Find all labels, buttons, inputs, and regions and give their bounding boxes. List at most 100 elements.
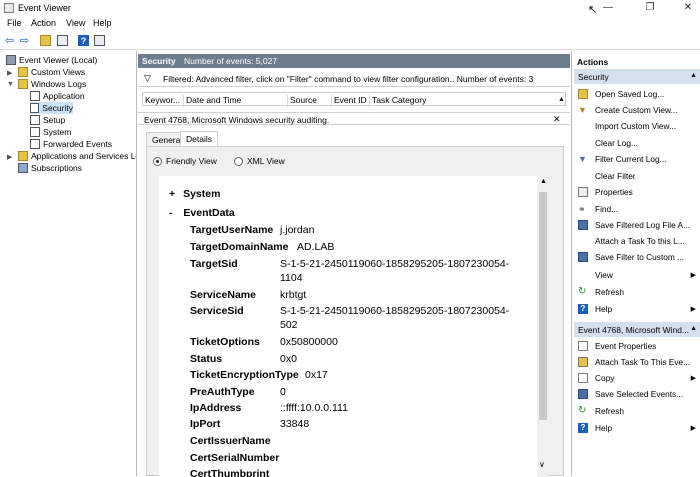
refresh-icon: ↻ [578,286,587,297]
tree-item-setup[interactable]: Setup [30,114,65,126]
action-help[interactable]: ? Help ▶ [578,302,700,316]
menu-action[interactable]: Action [31,18,56,28]
tree-item-system[interactable]: System [30,126,71,138]
tree-item-applications-and-services[interactable]: Applications and Services Lo [18,150,136,162]
action-save-filter-to-custom[interactable]: Save Filter to Custom ... [578,250,700,264]
tree-item-security[interactable]: Security [30,102,73,114]
action-label: Attach a Task To this L... [595,236,685,246]
action-clear-log[interactable]: Clear Log... [578,136,700,150]
log-header: Security Number of events: 5,027 [138,54,570,68]
action-filter-current-log[interactable]: ▼ Filter Current Log... [578,152,700,166]
filter-star-icon: ▼ [578,105,587,115]
action-label: Clear Log... [595,138,638,148]
tree-item-application[interactable]: Application [30,90,85,102]
xml-view-radio[interactable]: XML View [234,156,285,166]
show-hide-tree-icon[interactable] [57,35,68,46]
action-label: Import Custom View... [595,121,676,131]
scrollbar-thumb[interactable] [539,192,547,420]
event-detail-header: Event 4768, Microsoft Windows security a… [138,112,570,125]
tree-item-label: System [43,127,72,137]
copy-icon [578,373,588,383]
column-source[interactable]: Source [288,95,332,107]
actions-section-security[interactable]: Security ▲ [574,69,700,84]
action-label: Save Filter to Custom ... [595,252,684,262]
action-save-selected-events[interactable]: Save Selected Events... [578,387,700,401]
import-icon [578,121,588,131]
scroll-up-icon[interactable]: ▲ [540,178,547,185]
close-detail-icon[interactable]: ✕ [553,114,561,125]
scroll-down-icon[interactable]: ∨ [539,460,545,469]
details-scrollbar[interactable]: ▲ ∨ [537,176,549,477]
column-event-id[interactable]: Event ID [332,95,370,107]
title-bar: Event Viewer ↖ — ❐ ✕ [0,0,700,16]
find-binoculars-icon: ⚭ [578,204,586,214]
tree-item-forwarded-events[interactable]: Forwarded Events [30,138,112,150]
tree-item-event-viewer-local[interactable]: Event Viewer (Local) [6,54,97,66]
column-date-and-time[interactable]: Date and Time [184,95,288,107]
field-value: S-1-5-21-2450119060-1858295205-180723005… [280,258,510,270]
scroll-up-icon[interactable]: ▲ [556,96,565,108]
field-value: 0x17 [305,369,328,381]
menu-file[interactable]: File [7,18,22,28]
up-folder-icon[interactable] [40,35,51,46]
menu-view[interactable]: View [66,18,85,28]
eventdata-node[interactable]: - EventData [169,207,235,219]
tree-item-subscriptions[interactable]: Subscriptions [18,162,82,174]
field-key: TicketOptions [190,336,260,348]
actions-title: Actions [577,57,609,67]
expand-arrow-icon[interactable]: ▶ [7,153,12,161]
log-icon [30,127,40,137]
tree-item-label: Forwarded Events [43,139,112,149]
tree-item-label: Custom Views [31,67,86,77]
collapse-arrow-icon[interactable]: ▼ [7,81,14,88]
section-collapse-icon[interactable]: ▲ [690,72,697,79]
action-copy[interactable]: Copy ▶ [578,371,700,385]
action-label: View [595,270,613,280]
action-save-filtered-log[interactable]: Save Filtered Log File A... [578,218,700,232]
help-icon[interactable]: ? [78,35,89,46]
tab-details[interactable]: Details [180,131,218,147]
column-task-category[interactable]: Task Category [370,95,556,107]
show-action-pane-icon[interactable] [94,35,105,46]
action-label: Refresh [595,287,625,297]
task-icon [578,236,588,246]
actions-section-event[interactable]: Event 4768, Microsoft Wind... ▲ [574,322,700,337]
mouse-cursor-icon: ↖ [588,4,598,16]
action-label: Attach Task To This Eve... [595,357,691,367]
filter-bar: ▽ Filtered: Advanced filter, click on "F… [138,70,570,87]
action-label: Save Filtered Log File A... [595,220,691,230]
action-refresh[interactable]: ↻ Refresh [578,285,700,299]
action-find[interactable]: ⚭ Find... [578,202,700,216]
action-properties[interactable]: Properties [578,185,700,199]
action-refresh-event[interactable]: ↻ Refresh [578,404,700,418]
column-keywords[interactable]: Keywor... [143,95,184,107]
action-attach-task-to-log[interactable]: Attach a Task To this L... [578,234,700,248]
action-clear-filter[interactable]: Clear Filter [578,169,700,183]
close-window-button[interactable]: ✕ [678,2,698,14]
submenu-arrow-icon: ▶ [690,272,696,279]
menu-help[interactable]: Help [93,18,112,28]
forward-icon[interactable]: ⇨ [19,35,30,47]
tab-general[interactable]: General [146,132,182,147]
tree-item-windows-logs[interactable]: Windows Logs [18,78,86,90]
action-help-event[interactable]: ? Help ▶ [578,421,700,435]
tree-item-custom-views[interactable]: Custom Views [18,66,85,78]
action-create-custom-view[interactable]: ▼ Create Custom View... [578,103,700,117]
expand-arrow-icon[interactable]: ▶ [7,69,12,77]
event-viewer-app-icon [4,3,14,13]
back-icon[interactable]: ⇦ [4,35,15,47]
minimize-button[interactable]: — [598,2,618,14]
action-label: Create Custom View... [595,105,678,115]
tree-item-label: Event Viewer (Local) [19,55,98,65]
action-attach-task-to-event[interactable]: Attach Task To This Eve... [578,355,700,369]
maximize-button[interactable]: ❐ [640,2,660,14]
field-value: 33848 [280,418,310,430]
action-label: Open Saved Log... [595,89,665,99]
action-open-saved-log[interactable]: Open Saved Log... [578,87,700,101]
friendly-view-radio[interactable]: Friendly View [153,156,217,166]
system-node[interactable]: + System [169,188,220,200]
action-import-custom-view[interactable]: Import Custom View... [578,119,700,133]
section-collapse-icon[interactable]: ▲ [690,325,697,332]
action-view[interactable]: View ▶ [578,268,700,282]
action-event-properties[interactable]: Event Properties [578,339,700,353]
